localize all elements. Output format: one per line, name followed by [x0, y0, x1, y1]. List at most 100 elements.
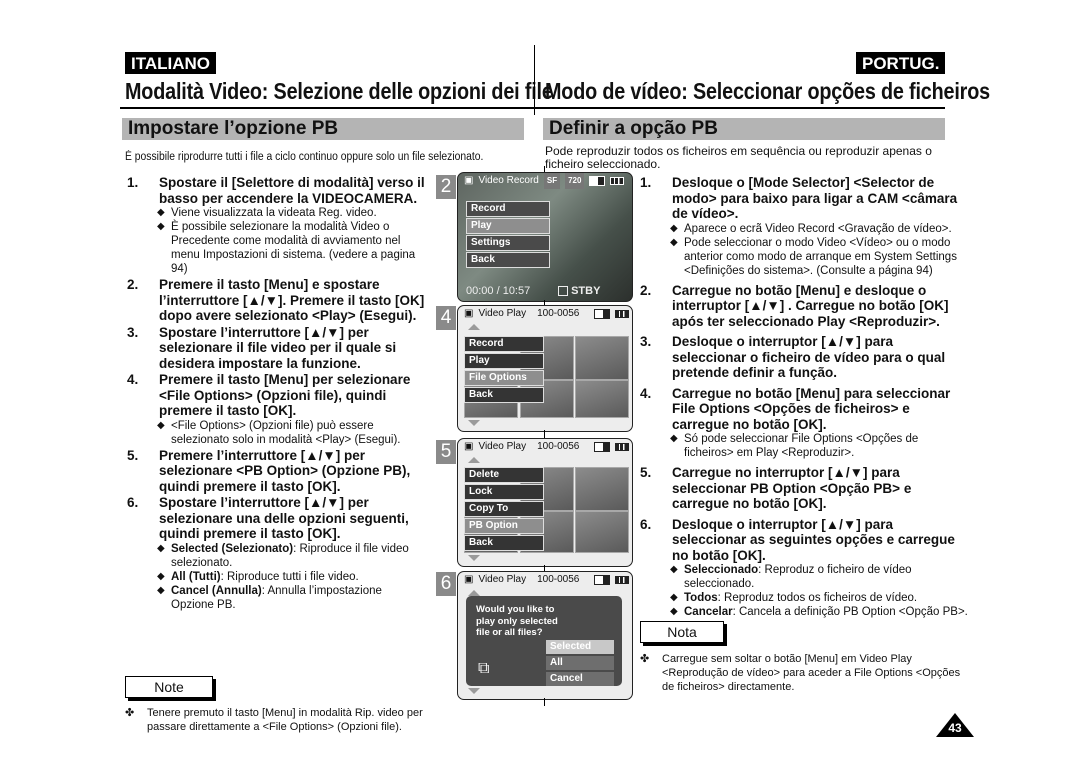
bullet-text: Selected (Selezionato): Riproduce il fil…: [171, 542, 427, 570]
step: 5. Premere l’interruttore [▲/▼] per sele…: [127, 448, 427, 495]
menu-item-play[interactable]: Play: [466, 218, 550, 234]
connector-line: [544, 565, 545, 571]
bullet-text: Pode seleccionar o modo Video <Vídeo> ou…: [684, 236, 968, 278]
camcorder-icon: ▣: [464, 574, 474, 585]
connector-line: [544, 166, 545, 172]
step-bullet: ◆ All (Tutti): Riproduce tutti i file vid…: [157, 570, 427, 584]
step-bullet: ◆ Cancel (Annulla): Annulla l’impostazion…: [157, 584, 427, 612]
intro-portuguese: Pode reproduzir todos os ficheiros em se…: [545, 144, 932, 171]
step: 1. Desloque o [Mode Selector] <Selector d…: [640, 175, 968, 222]
step: 6. Spostare l’interruttore [▲/▼] per sele…: [127, 495, 427, 542]
step-bullet: ◆ Todos: Reproduz todos os ficheiros de v…: [670, 591, 968, 605]
step-text: Premere il tasto [Menu] per selezionare …: [159, 372, 411, 418]
menu-item-copy-to[interactable]: Copy To: [464, 501, 544, 517]
step-text: Desloque o interruptor [▲/▼] para selecc…: [672, 334, 946, 380]
file-number: 100-0056: [537, 574, 580, 585]
step: 4. Premere il tasto [Menu] per selezionar…: [127, 372, 427, 419]
battery-icon: [610, 177, 625, 185]
bullet-text: Todos: Reproduz todos os ficheiros de ví…: [684, 591, 968, 605]
bullet-text: È possibile selezionare la modalità Vide…: [171, 220, 427, 276]
note-portuguese: ✤ Carregue sem soltar o botão [Menu] em …: [640, 652, 970, 694]
mode-label: Video Play: [478, 308, 527, 319]
step-number: 6.: [640, 516, 652, 532]
diamond-bullet-icon: ◆: [670, 564, 678, 575]
dialog-option-cancel[interactable]: Cancel: [546, 672, 614, 686]
step-number: 6.: [127, 495, 139, 510]
battery-icon: [615, 310, 630, 318]
step-bullet: ◆ È possibile selezionare la modalità Vid…: [157, 220, 427, 276]
bullet-term: Selected (Selezionato): [171, 542, 294, 555]
step-number: 3.: [127, 324, 139, 340]
screen-pb-option-dialog: ▣ Video Play 100-0056 Would you like to …: [457, 571, 633, 700]
step-number: 3.: [640, 334, 652, 349]
diamond-bullet-icon: ◆: [157, 207, 165, 218]
menu-list: Delete Lock Copy To PB Option Back: [464, 467, 544, 552]
page-title-italian: Modalità Video: Selezione delle opzioni …: [125, 78, 553, 104]
connector-line: [544, 698, 545, 706]
step-text: Spostare l’interruttore [▲/▼] per selezi…: [159, 495, 409, 541]
note-label-portuguese: Nota: [640, 621, 724, 643]
step-text: Spostare il [Selettore di modalità] vers…: [159, 175, 425, 206]
bullet-desc: Aparece o ecrã Video Record <Gravação de…: [684, 222, 952, 235]
menu-item-record[interactable]: Record: [464, 336, 544, 352]
menu-item-file-options[interactable]: File Options: [464, 370, 544, 386]
video-thumbnail: [575, 511, 629, 553]
menu-item-back[interactable]: Back: [464, 535, 544, 551]
bullet-text: Seleccionado: Reproduz o ficheiro de víd…: [684, 563, 968, 591]
menu-item-record[interactable]: Record: [466, 201, 550, 217]
menu-item-back[interactable]: Back: [464, 387, 544, 403]
panel-step-number: 5: [436, 440, 456, 464]
memory-card-icon: [594, 309, 611, 319]
bullet-term: All (Tutti): [171, 570, 221, 583]
scroll-up-icon: [468, 457, 480, 463]
bullet-text: Viene visualizzata la videata Reg. video…: [171, 206, 427, 220]
battery-icon: [615, 443, 630, 451]
diamond-bullet-icon: ◆: [157, 584, 165, 596]
step-text: Spostare l’interruttore [▲/▼] per selezi…: [159, 324, 397, 371]
step: 5. Carregue no interruptor [▲/▼] para sel…: [640, 465, 968, 512]
mode-label: Video Record: [478, 175, 539, 186]
bullet-text: Aparece o ecrã Video Record <Gravação de…: [684, 222, 968, 236]
screen-video-play-pb-option: ▣ Video Play 100-0056 Delete Lock Copy To P…: [457, 438, 633, 567]
bullet-desc: : Reproduz todos os ficheiros de vídeo.: [717, 592, 918, 604]
bullet-desc: È possibile selezionare la modalità Vide…: [171, 221, 416, 275]
recording-time: 00:00 / 10:57: [466, 285, 531, 297]
step-bullet: ◆ Pode seleccionar o modo Video <Vídeo> o…: [670, 236, 968, 278]
step-number: 5.: [127, 447, 139, 463]
menu-item-delete[interactable]: Delete: [464, 467, 544, 483]
step-bullet: ◆ Seleccionado: Reproduz o ficheiro de ví…: [670, 563, 968, 591]
step-text: Premere il tasto [Menu] e spostare l’int…: [159, 277, 425, 323]
diamond-bullet-icon: ◆: [157, 419, 165, 431]
note-bullet-icon: ✤: [125, 707, 135, 719]
step: 4. Carregue no botão [Menu] para seleccio…: [640, 386, 968, 433]
menu-item-settings[interactable]: Settings: [466, 235, 550, 251]
bullet-term: Seleccionado: [684, 564, 759, 576]
note-text-portuguese: Carregue sem soltar o botão [Menu] em Vi…: [662, 653, 961, 693]
stop-icon: [558, 286, 568, 297]
step-bullet: ◆ Cancelar: Cancela a definição PB Option…: [670, 605, 968, 619]
step: 3. Spostare l’interruttore [▲/▼] per sele…: [127, 325, 427, 372]
menu-item-pb-option[interactable]: PB Option: [464, 518, 544, 534]
header-rule: [120, 107, 945, 109]
bullet-text: Cancel (Annulla): Annulla l’impostazione…: [171, 584, 427, 612]
menu-item-play[interactable]: Play: [464, 353, 544, 369]
dialog-options: Selected All Cancel: [546, 640, 614, 688]
bullet-term: Cancel (Annulla): [171, 584, 262, 597]
note-text-italian: Tenere premuto il tasto [Menu] in modali…: [147, 707, 423, 733]
column-divider: [534, 45, 535, 115]
menu-item-lock[interactable]: Lock: [464, 484, 544, 500]
video-thumbnail: [575, 336, 629, 380]
step-text: Carregue no botão [Menu] para selecciona…: [672, 385, 951, 432]
dialog-option-selected[interactable]: Selected: [546, 640, 614, 654]
bullet-text: Cancelar: Cancela a definição PB Option …: [684, 605, 968, 619]
mode-label: Video Play: [478, 441, 527, 452]
dialog-option-all[interactable]: All: [546, 656, 614, 670]
diamond-bullet-icon: ◆: [157, 542, 165, 554]
scroll-down-icon: [468, 555, 480, 561]
diamond-bullet-icon: ◆: [670, 606, 678, 617]
bullet-desc: Pode seleccionar o modo Video <Vídeo> ou…: [684, 236, 957, 277]
menu-item-back[interactable]: Back: [466, 252, 550, 268]
battery-icon: [615, 576, 630, 584]
step-number: 5.: [640, 465, 652, 480]
step-text: Carregue no interruptor [▲/▼] para selec…: [672, 465, 912, 511]
